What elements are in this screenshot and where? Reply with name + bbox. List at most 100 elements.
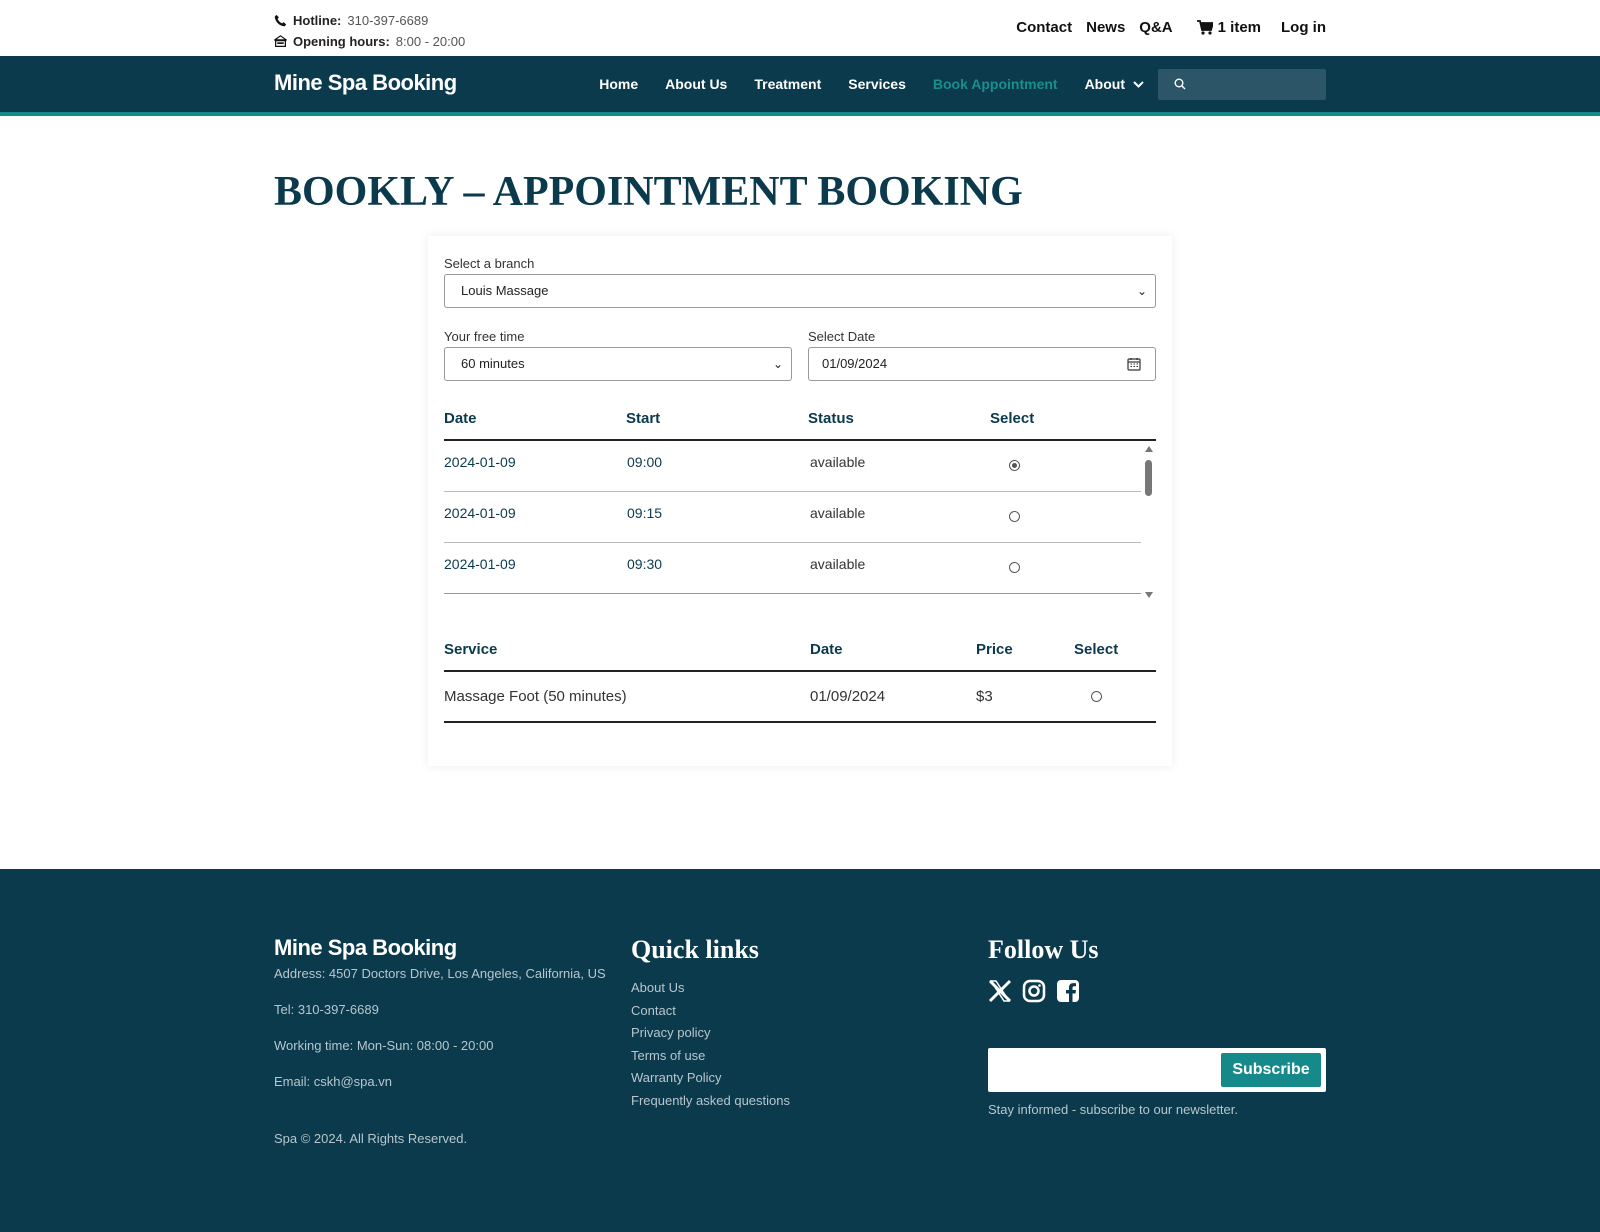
follow-us-title: Follow Us	[988, 935, 1099, 964]
footer-address: Address: 4507 Doctors Drive, Los Angeles…	[274, 966, 606, 981]
top-links: Contact News Q&A 1 item Log in	[1016, 19, 1326, 36]
footer-link-terms[interactable]: Terms of use	[631, 1045, 931, 1068]
newsletter-form: Subscribe	[988, 1048, 1326, 1092]
footer-link-warranty[interactable]: Warranty Policy	[631, 1067, 931, 1090]
slot-date: 2024-01-09	[444, 556, 516, 572]
store-icon	[274, 35, 287, 47]
page-title: BOOKLY – APPOINTMENT BOOKING	[274, 169, 1023, 215]
chevron-down-icon: ⌄	[772, 357, 783, 371]
nav-item-treatment[interactable]: Treatment	[754, 76, 821, 92]
services-header-date: Date	[810, 641, 843, 658]
nav-menu: Home About Us Treatment Services Book Ap…	[599, 76, 1144, 92]
date-label: Select Date	[808, 329, 876, 344]
footer-link-contact[interactable]: Contact	[631, 1000, 931, 1023]
branch-select[interactable]: Louis Massage ⌄	[444, 274, 1156, 308]
slot-start: 09:00	[627, 454, 663, 470]
nav-item-about-label: About	[1084, 76, 1125, 92]
instagram-icon[interactable]	[1022, 979, 1046, 1003]
row-divider	[444, 542, 1141, 543]
date-input-value: 01/09/2024	[822, 356, 888, 371]
services-bottom-divider	[444, 721, 1156, 723]
hotline-value: 310-397-6689	[347, 13, 429, 28]
hotline-label: Hotline:	[293, 13, 342, 28]
phone-icon	[274, 14, 287, 27]
slots-header-select: Select	[990, 410, 1035, 427]
x-twitter-icon[interactable]	[988, 979, 1012, 1003]
social-links	[988, 979, 1326, 1003]
slots-header-divider	[444, 439, 1156, 441]
cart-link[interactable]: 1 item	[1196, 19, 1261, 36]
free-time-label: Your free time	[444, 329, 525, 344]
calendar-icon[interactable]	[1127, 357, 1141, 371]
newsletter-email-input[interactable]	[996, 1056, 1206, 1084]
nav-item-about-us[interactable]: About Us	[665, 76, 727, 92]
login-link[interactable]: Log in	[1281, 19, 1326, 36]
top-link-news[interactable]: News	[1086, 19, 1125, 36]
contact-info: Hotline: 310-397-6689 Opening hours: 8:0…	[274, 10, 465, 52]
chevron-down-icon	[1133, 80, 1144, 88]
free-time-select[interactable]: 60 minutes ⌄	[444, 347, 792, 381]
top-link-contact[interactable]: Contact	[1016, 19, 1072, 36]
search-input[interactable]	[1194, 73, 1318, 96]
slot-select-radio[interactable]	[1009, 562, 1020, 573]
slot-select-radio[interactable]	[1009, 460, 1020, 471]
nav-item-services[interactable]: Services	[848, 76, 906, 92]
footer-quick-links: Quick links About Us Contact Privacy pol…	[631, 935, 931, 1113]
footer-link-faq[interactable]: Frequently asked questions	[631, 1090, 931, 1113]
quick-links-title: Quick links	[631, 935, 759, 964]
nav-item-about-dropdown[interactable]: About	[1085, 76, 1144, 92]
date-input[interactable]: 01/09/2024	[808, 347, 1156, 381]
nav-item-book-appointment[interactable]: Book Appointment	[933, 76, 1058, 92]
service-name: Massage Foot (50 minutes)	[444, 688, 627, 705]
footer: Mine Spa Booking Address: 4507 Doctors D…	[0, 869, 1600, 1232]
slots-scrollbar[interactable]	[1144, 446, 1154, 598]
slots-header-date: Date	[444, 410, 477, 427]
slot-date: 2024-01-09	[444, 505, 516, 521]
services-header-divider	[444, 670, 1156, 672]
booking-card: Select a branch Louis Massage ⌄ Your fre…	[428, 236, 1172, 766]
top-bar: Hotline: 310-397-6689 Opening hours: 8:0…	[0, 0, 1600, 56]
facebook-icon[interactable]	[1056, 979, 1080, 1003]
services-header-select: Select	[1074, 641, 1119, 658]
footer-email: Email: cskh@spa.vn	[274, 1074, 392, 1089]
top-link-qa[interactable]: Q&A	[1139, 19, 1172, 36]
footer-copyright: Spa © 2024. All Rights Reserved.	[274, 1131, 468, 1146]
scroll-down-arrow-icon[interactable]	[1145, 592, 1153, 598]
search-box[interactable]	[1158, 69, 1326, 100]
slot-date: 2024-01-09	[444, 454, 516, 470]
cart-icon	[1196, 20, 1213, 35]
slot-start: 09:30	[627, 556, 663, 572]
subscribe-button[interactable]: Subscribe	[1221, 1053, 1321, 1087]
slot-status: available	[810, 556, 866, 572]
slot-status: available	[810, 505, 866, 521]
footer-link-privacy[interactable]: Privacy policy	[631, 1022, 931, 1045]
scroll-up-arrow-icon[interactable]	[1145, 446, 1153, 452]
service-select-radio[interactable]	[1091, 691, 1102, 702]
row-divider	[444, 593, 1141, 594]
chevron-down-icon: ⌄	[1136, 284, 1147, 298]
slots-header-status: Status	[808, 410, 854, 427]
row-divider	[444, 491, 1141, 492]
slot-start: 09:15	[627, 505, 663, 521]
footer-follow: Follow Us	[988, 935, 1326, 1003]
nav-item-home[interactable]: Home	[599, 76, 638, 92]
slots-header-start: Start	[626, 410, 661, 427]
search-icon	[1174, 78, 1186, 90]
hours-value: 8:00 - 20:00	[395, 34, 466, 49]
services-header-service: Service	[444, 641, 498, 658]
main-navbar: Mine Spa Booking Home About Us Treatment…	[0, 56, 1600, 116]
branch-label: Select a branch	[444, 256, 535, 271]
newsletter-note: Stay informed - subscribe to our newslet…	[988, 1102, 1239, 1117]
footer-working-time: Working time: Mon-Sun: 08:00 - 20:00	[274, 1038, 494, 1053]
slot-select-radio[interactable]	[1009, 511, 1020, 522]
service-price: $3	[976, 688, 993, 705]
footer-tel: Tel: 310-397-6689	[274, 1002, 379, 1017]
footer-link-about-us[interactable]: About Us	[631, 977, 931, 1000]
brand-logo[interactable]: Mine Spa Booking	[274, 70, 457, 96]
hours-label: Opening hours:	[293, 34, 390, 49]
branch-select-value: Louis Massage	[461, 283, 549, 298]
footer-about: Mine Spa Booking Address: 4507 Doctors D…	[274, 935, 614, 1146]
free-time-value: 60 minutes	[461, 356, 525, 371]
service-date: 01/09/2024	[810, 688, 886, 705]
scrollbar-thumb[interactable]	[1145, 460, 1152, 496]
